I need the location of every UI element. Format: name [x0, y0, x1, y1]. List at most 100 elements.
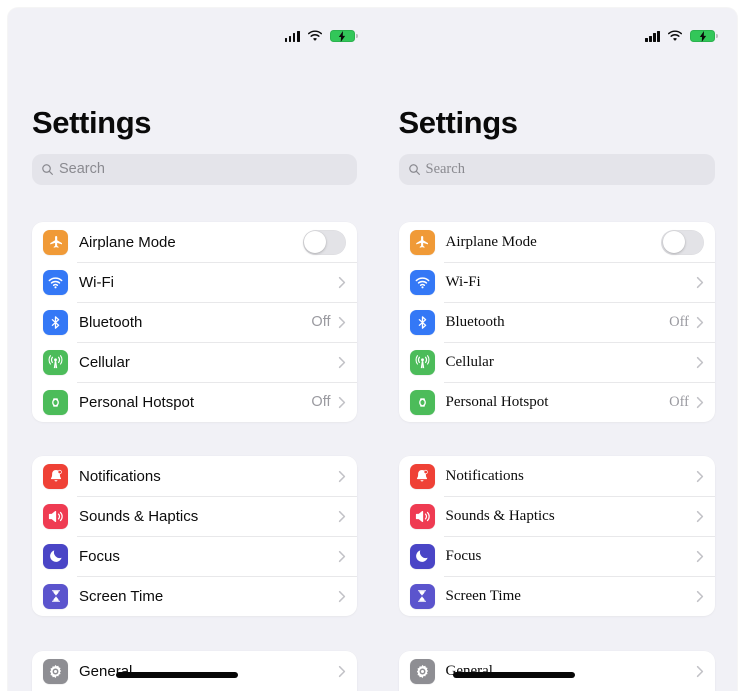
chevron-right-icon	[696, 665, 704, 678]
hourglass-icon	[43, 583, 68, 609]
settings-row-value: Off	[311, 393, 331, 410]
toggle-knob	[304, 231, 326, 253]
settings-row[interactable]: Airplane Mode	[399, 222, 716, 262]
settings-row-label: Cellular	[445, 353, 494, 370]
settings-row[interactable]: Wi-Fi	[399, 262, 716, 302]
chevron-right-icon	[696, 590, 704, 603]
settings-row[interactable]: General	[32, 651, 357, 691]
wifi-icon	[307, 30, 323, 42]
settings-row-label: Bluetooth	[79, 313, 143, 331]
settings-row[interactable]: General	[399, 651, 716, 691]
notification-bell-icon	[409, 463, 435, 489]
cellular-signal-icon	[645, 30, 660, 42]
chevron-right-icon	[696, 276, 704, 289]
airplane-icon	[409, 229, 435, 255]
gear-icon	[43, 658, 68, 684]
bluetooth-icon	[409, 309, 435, 335]
settings-row[interactable]: Cellular	[399, 342, 716, 382]
settings-row-label: Sounds & Haptics	[445, 507, 555, 524]
chevron-right-icon	[696, 316, 704, 329]
screenshot-page: Settings Search Airplane Mode Wi-Fi Bluetoot…	[0, 0, 745, 691]
settings-group-system: General	[398, 651, 716, 691]
settings-row[interactable]: Personal Hotspot Off	[32, 382, 357, 422]
chevron-right-icon	[338, 276, 346, 289]
settings-row-label: Sounds & Haptics	[79, 507, 199, 525]
settings-row-label: General	[79, 662, 133, 680]
hotspot-link-icon	[409, 389, 435, 415]
settings-row-label: Airplane Mode	[79, 233, 176, 251]
search-placeholder: Search	[425, 161, 465, 178]
settings-row[interactable]: Airplane Mode	[32, 222, 357, 262]
toggle-switch[interactable]	[661, 229, 704, 255]
settings-row-label: Cellular	[79, 353, 130, 371]
hourglass-icon	[409, 583, 435, 609]
settings-group-alerts: Notifications Sounds & Haptics Focus Screen…	[398, 456, 716, 616]
settings-row-value: Off	[669, 313, 689, 330]
chevron-right-icon	[338, 316, 346, 329]
moon-icon	[409, 543, 435, 569]
settings-row[interactable]: Notifications	[32, 456, 357, 496]
settings-row-value: Off	[669, 393, 689, 410]
settings-row[interactable]: Screen Time	[32, 576, 357, 616]
chevron-right-icon	[696, 396, 704, 409]
settings-row-label: Screen Time	[79, 587, 164, 605]
settings-group-alerts: Notifications Sounds & Haptics Focus Screen…	[32, 456, 357, 616]
settings-row[interactable]: Focus	[399, 536, 716, 576]
settings-row[interactable]: Bluetooth Off	[399, 302, 716, 342]
settings-group-connectivity: Airplane Mode Wi-Fi Bluetooth Off Cellular Pe…	[398, 222, 716, 422]
chevron-right-icon	[338, 356, 346, 369]
page-title: Settings	[398, 105, 518, 140]
battery-charging-icon	[329, 29, 358, 43]
moon-icon	[43, 543, 68, 569]
search-icon	[408, 163, 426, 176]
cellular-signal-icon	[284, 30, 300, 42]
settings-row[interactable]: Notifications	[399, 456, 716, 496]
settings-row[interactable]: Sounds & Haptics	[399, 496, 716, 536]
toggle-switch[interactable]	[302, 229, 346, 255]
settings-row-label: Personal Hotspot	[445, 393, 549, 410]
chevron-right-icon	[696, 510, 704, 523]
settings-pane-left: Settings Search Airplane Mode Wi-Fi Bluetoot…	[8, 8, 373, 691]
settings-row[interactable]: Focus	[32, 536, 357, 576]
settings-row[interactable]: Sounds & Haptics	[32, 496, 357, 536]
wifi-icon	[409, 269, 435, 295]
settings-row-label: Notifications	[445, 467, 524, 484]
settings-row[interactable]: Wi-Fi	[32, 262, 357, 302]
airplane-icon	[43, 229, 68, 255]
settings-row-label: Personal Hotspot	[79, 393, 195, 411]
settings-row-label: Notifications	[79, 467, 161, 485]
toggle-knob	[662, 231, 685, 253]
chevron-right-icon	[338, 590, 346, 603]
settings-row-label: Screen Time	[445, 587, 521, 604]
settings-pane-pair: Settings Search Airplane Mode Wi-Fi Bluetoot…	[8, 8, 737, 691]
settings-row[interactable]: Screen Time	[399, 576, 716, 616]
gear-icon	[409, 658, 435, 684]
page-title: Settings	[32, 105, 152, 140]
wifi-icon	[43, 269, 68, 295]
settings-row-label: Bluetooth	[445, 313, 505, 330]
settings-group-connectivity: Airplane Mode Wi-Fi Bluetooth Off Cellular Pe…	[32, 222, 357, 422]
chevron-right-icon	[338, 550, 346, 563]
settings-row-label: Wi-Fi	[79, 273, 114, 291]
settings-group-system: General	[32, 651, 357, 691]
speaker-icon	[409, 503, 435, 529]
settings-row[interactable]: Personal Hotspot Off	[399, 382, 716, 422]
search-icon	[41, 163, 59, 176]
device-frame: Settings Search Airplane Mode Wi-Fi Bluetoot…	[8, 8, 737, 691]
settings-row-label: General	[445, 662, 493, 679]
notification-bell-icon	[43, 463, 68, 489]
settings-row-label: Focus	[445, 547, 482, 564]
settings-row[interactable]: Bluetooth Off	[32, 302, 357, 342]
chevron-right-icon	[696, 470, 704, 483]
bluetooth-icon	[43, 309, 68, 335]
settings-pane-right: Settings Search Airplane Mode Wi-Fi Bluetoot…	[372, 8, 737, 691]
status-bar	[284, 28, 358, 44]
search-input[interactable]: Search	[32, 154, 357, 185]
settings-row-label: Airplane Mode	[445, 233, 537, 250]
chevron-right-icon	[696, 550, 704, 563]
settings-row[interactable]: Cellular	[32, 342, 357, 382]
status-bar	[645, 28, 718, 44]
search-input[interactable]: Search	[398, 154, 715, 185]
hotspot-link-icon	[43, 389, 68, 415]
chevron-right-icon	[338, 470, 346, 483]
